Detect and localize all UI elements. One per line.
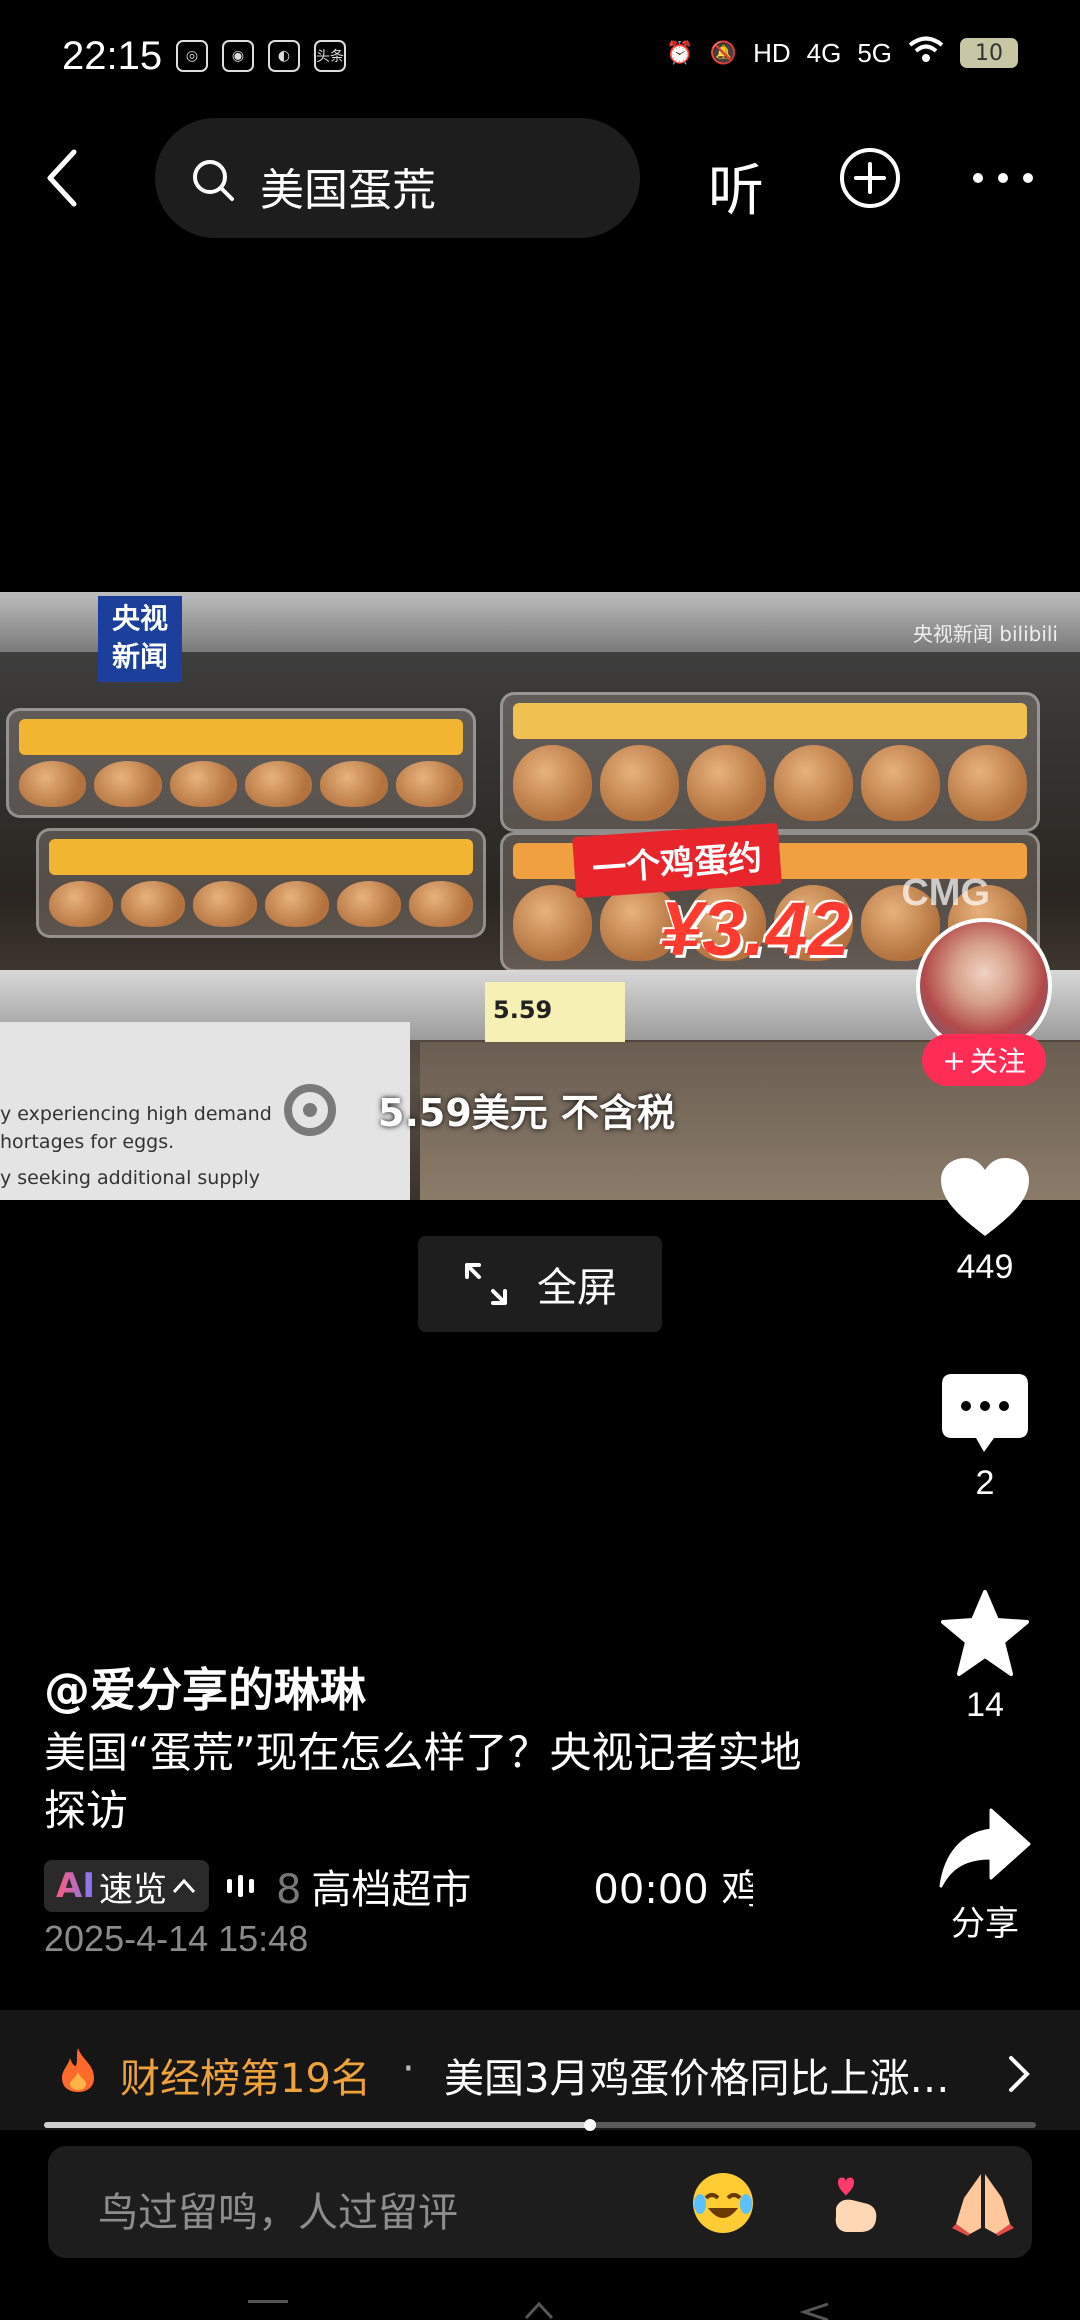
shelf-price-text: 5.59 xyxy=(493,996,553,1024)
hot-rank-label: 财经榜第19名 xyxy=(120,2056,371,2102)
praying-hands-emoji[interactable] xyxy=(948,2168,1018,2238)
toutiao-icon: 头条 xyxy=(314,40,346,72)
browser-icon: ◐ xyxy=(268,40,300,72)
status-time: 22:15 xyxy=(62,34,163,78)
finger-heart-emoji[interactable] xyxy=(818,2168,888,2238)
follow-label: 关注 xyxy=(969,1045,1026,1078)
post-description: 美国“蛋荒”现在怎么样了？央视记者实地探访 xyxy=(44,1728,802,1835)
top-nav: 美国蛋荒 听 xyxy=(0,110,1080,250)
segment-index: 8 xyxy=(275,1867,302,1913)
fullscreen-label: 全屏 xyxy=(537,1265,617,1311)
comment-placeholder: 鸟过留鸣，人过留评 xyxy=(98,2190,458,2236)
wifi-icon xyxy=(908,36,944,70)
shelf-price-tag: 5.59 xyxy=(485,982,625,1042)
hot-rank-separator: · xyxy=(402,2046,415,2092)
battery-indicator: 10 xyxy=(960,38,1018,68)
like-button[interactable]: 449 xyxy=(930,1156,1040,1287)
app-icon: ◎ xyxy=(176,40,208,72)
hot-rank-title: 美国3月鸡蛋价格同比上涨… xyxy=(444,2056,950,2102)
laughing-crying-emoji[interactable] xyxy=(688,2168,758,2238)
caption-price: ¥3.42 xyxy=(660,887,851,972)
add-icon[interactable] xyxy=(838,146,902,210)
comment-count: 2 xyxy=(975,1464,995,1502)
heart-icon xyxy=(941,1158,1029,1236)
search-input[interactable]: 美国蛋荒 xyxy=(155,118,640,238)
5g-indicator: 5G xyxy=(857,37,892,68)
like-count: 449 xyxy=(956,1248,1014,1286)
nav-home-hint xyxy=(524,2300,554,2320)
ai-summary-label: 速览 xyxy=(98,1869,167,1910)
star-icon xyxy=(941,1590,1029,1676)
hd-indicator: HD xyxy=(753,37,791,68)
alarm-icon: ⏰ xyxy=(666,40,694,66)
target-logo-icon xyxy=(284,1084,336,1136)
ai-icon: AI xyxy=(56,1866,95,1906)
video-subtitle: 5.59美元 不含税 xyxy=(378,1091,675,1135)
status-indicators: ⏰ 🔕 HD 4G 5G 10 xyxy=(666,36,1018,70)
nav-menu-hint xyxy=(248,2300,288,2320)
search-icon xyxy=(193,160,234,201)
expand-icon xyxy=(465,1263,507,1305)
playback-progress-fill xyxy=(44,2122,590,2128)
4g-indicator: 4G xyxy=(806,37,842,68)
chevron-up-icon xyxy=(172,1878,196,1894)
summary-segment-time[interactable]: 00:00 鸡 xyxy=(593,1857,753,1915)
store-sign-text: y experiencing high demand hortages for … xyxy=(0,1103,272,1189)
share-icon xyxy=(939,1808,1031,1888)
plus-icon: + xyxy=(942,1043,966,1077)
playback-progress-knob[interactable] xyxy=(583,2119,596,2131)
fullscreen-button[interactable]: 全屏 xyxy=(418,1236,662,1332)
egg-carton xyxy=(6,708,476,818)
more-icon[interactable] xyxy=(970,170,1036,186)
listen-button[interactable]: 听 xyxy=(708,146,764,227)
comment-input[interactable]: 鸟过留鸣，人过留评 xyxy=(48,2146,1032,2258)
video-player[interactable]: 5.59 y experiencing high demand hortages… xyxy=(0,592,1080,1200)
post-date: 2025-4-14 15:48 xyxy=(44,1918,309,1959)
video-watermark: 央视新闻 bilibili xyxy=(912,622,1058,646)
status-bar: 22:15 ◎ ◉ ◐ 头条 ⏰ 🔕 HD 4G 5G 10 xyxy=(0,0,1080,110)
playback-progress[interactable] xyxy=(44,2119,1036,2131)
comment-button[interactable]: 2 xyxy=(930,1372,1040,1503)
author-name[interactable]: @爱分享的琳琳 xyxy=(44,1654,366,1720)
egg-carton xyxy=(36,828,486,938)
chevron-right-icon xyxy=(1009,2056,1030,2092)
wechat-icon: ◉ xyxy=(222,40,254,72)
favorite-count: 14 xyxy=(966,1686,1004,1724)
cmg-watermark: CMG xyxy=(901,872,990,914)
search-query: 美国蛋荒 xyxy=(260,165,436,216)
share-label: 分享 xyxy=(951,1905,1019,1943)
favorite-button[interactable]: 14 xyxy=(930,1590,1040,1725)
audio-wave-icon xyxy=(226,1875,254,1897)
nav-back-hint xyxy=(799,2300,830,2320)
notification-icons: ◎ ◉ ◐ 头条 xyxy=(176,40,346,72)
fire-icon xyxy=(62,2048,94,2092)
mute-icon: 🔕 xyxy=(709,40,738,66)
ai-summary-row: AI 速览 8 高档超市 00:00 鸡 xyxy=(44,1858,844,1914)
hot-rank-bar[interactable]: 财经榜第19名 · 美国3月鸡蛋价格同比上涨… xyxy=(0,2010,1080,2130)
segment-title: 高档超市 xyxy=(311,1867,472,1913)
egg-carton xyxy=(500,692,1040,832)
share-button[interactable]: 分享 xyxy=(930,1806,1040,1945)
chevron-left-icon xyxy=(47,149,77,207)
summary-segment[interactable]: 8 高档超市 xyxy=(276,1857,471,1915)
back-button[interactable] xyxy=(40,148,90,208)
ai-summary-button[interactable]: AI 速览 xyxy=(44,1860,209,1912)
follow-button[interactable]: + 关注 xyxy=(922,1034,1046,1086)
cctv-news-logo: 央视 新闻 xyxy=(98,596,182,682)
comment-icon xyxy=(942,1374,1028,1452)
